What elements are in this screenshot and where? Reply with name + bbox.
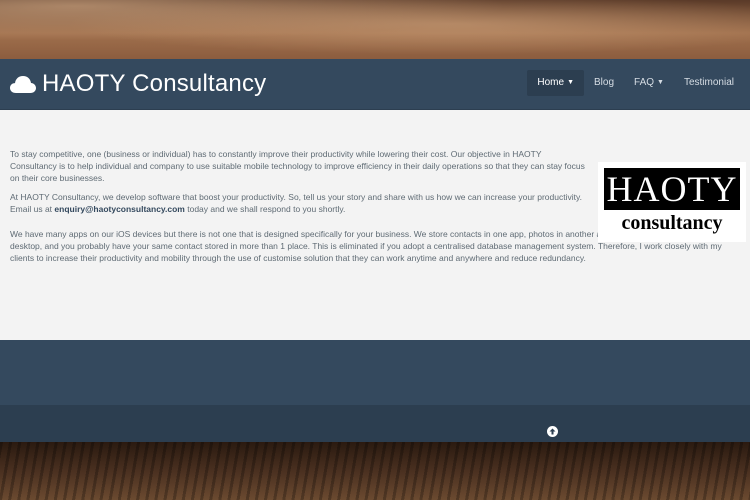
intro-text: To stay competitive, one (business or in… xyxy=(10,148,590,222)
paragraph-contact-after: today and we shall respond to you shortl… xyxy=(184,204,346,214)
main-nav: Home ▼ Blog FAQ ▼ Testimonial xyxy=(527,70,744,96)
arrow-up-circle-icon[interactable] xyxy=(547,426,558,437)
paragraph-objective: To stay competitive, one (business or in… xyxy=(10,149,585,183)
cloud-icon xyxy=(10,76,36,93)
footer-background-image xyxy=(0,442,750,500)
nav-item-blog[interactable]: Blog xyxy=(584,70,624,96)
footer-bar xyxy=(0,405,750,442)
logo-bottom-text: consultancy xyxy=(621,212,723,234)
nav-item-faq[interactable]: FAQ ▼ xyxy=(624,70,674,96)
footer-widgets xyxy=(0,340,750,405)
chevron-down-icon: ▼ xyxy=(567,79,574,86)
brand-name: HAOTY Consultancy xyxy=(42,70,267,97)
brand[interactable]: HAOTY Consultancy xyxy=(9,67,266,101)
chevron-down-icon: ▼ xyxy=(657,79,664,86)
nav-item-label: Home xyxy=(537,77,565,88)
navbar: HAOTY Consultancy Home ▼ Blog FAQ ▼ Test… xyxy=(0,59,750,110)
arrow-up-icon xyxy=(549,428,556,435)
nav-item-label: FAQ xyxy=(634,77,655,88)
haoty-logo: HAOTY consultancy xyxy=(598,162,746,242)
paragraph-contact: At HAOTY Consultancy, we develop softwar… xyxy=(10,191,590,215)
nav-item-label: Testimonial xyxy=(683,77,734,88)
nav-item-testimonial[interactable]: Testimonial xyxy=(674,70,744,96)
header-background-image xyxy=(0,0,750,60)
logo-top-text: HAOTY xyxy=(604,168,740,210)
email-link[interactable]: enquiry@haotyconsultancy.com xyxy=(54,204,184,214)
nav-item-label: Blog xyxy=(594,77,615,88)
nav-item-home[interactable]: Home ▼ xyxy=(527,70,584,96)
